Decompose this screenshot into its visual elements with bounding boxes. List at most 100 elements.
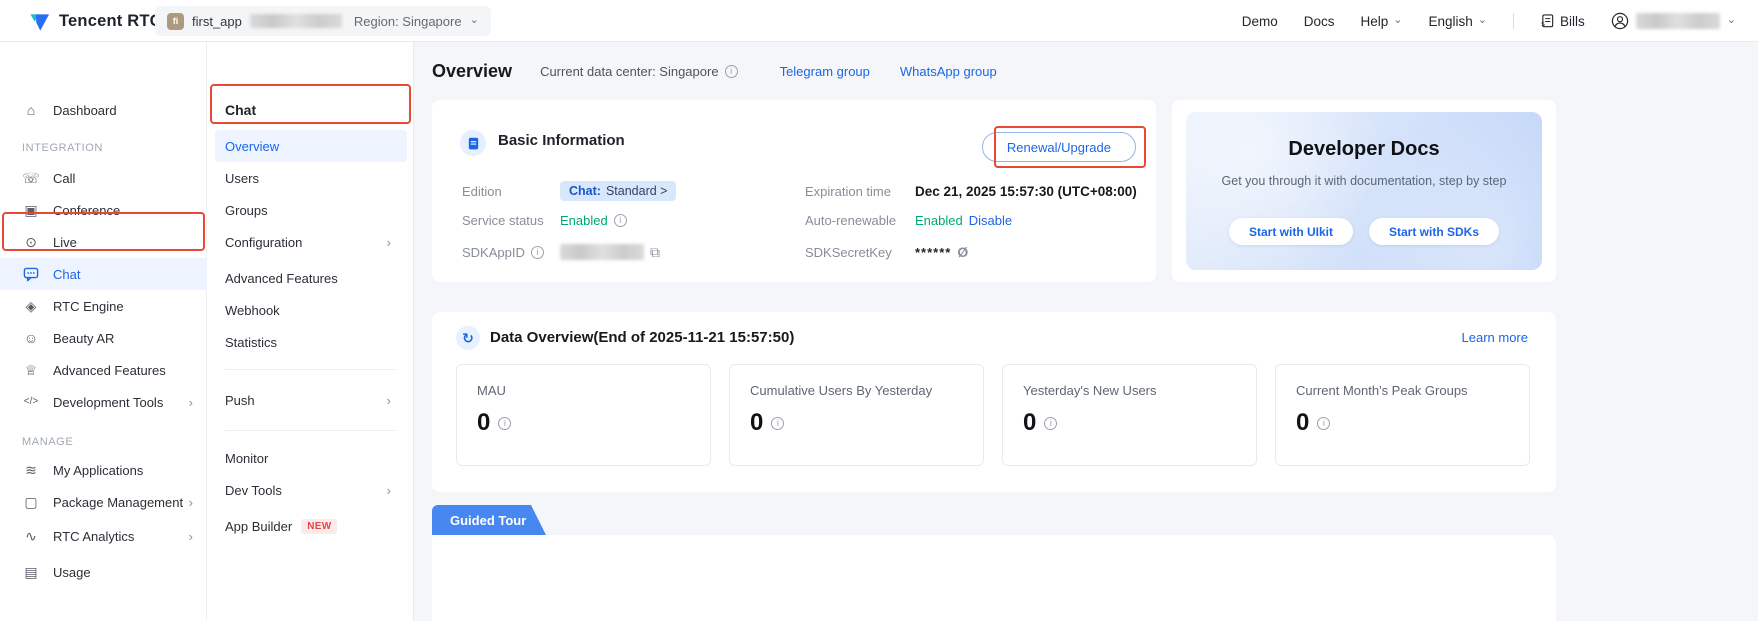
brand[interactable]: Tencent RTC xyxy=(28,0,162,42)
divider xyxy=(225,430,395,431)
submenu-item-app-builder[interactable]: App Builder NEW xyxy=(215,510,407,542)
app-name: first_app xyxy=(192,14,242,29)
submenu-item-label: Statistics xyxy=(225,335,277,350)
sidebar-item-label: RTC Engine xyxy=(53,299,124,314)
submenu-item-label: Advanced Features xyxy=(225,271,338,286)
info-icon[interactable]: i xyxy=(1317,417,1330,430)
sidebar-item-rtc-analytics[interactable]: ∿ RTC Analytics › xyxy=(0,520,207,552)
sidebar-item-label: Advanced Features xyxy=(53,363,166,378)
info-icon[interactable]: i xyxy=(498,417,511,430)
divider xyxy=(225,369,395,370)
chevron-down-icon: ⌄ xyxy=(1393,15,1402,26)
nav-docs[interactable]: Docs xyxy=(1304,14,1335,29)
sidebar-item-label: Dashboard xyxy=(53,103,117,118)
developer-docs-title: Developer Docs xyxy=(1186,138,1542,161)
section-label-manage: MANAGE xyxy=(22,436,73,448)
account-icon xyxy=(1611,12,1629,30)
stat-label: Yesterday's New Users xyxy=(1023,383,1157,398)
sidebar-item-chat[interactable]: Chat xyxy=(0,258,207,290)
basic-information-card: Basic Information Renewal/Upgrade Editio… xyxy=(432,100,1156,282)
chevron-right-icon: › xyxy=(189,496,193,509)
smiley-icon: ☺ xyxy=(22,331,40,345)
app-selector[interactable]: fi first_app Region: Singapore ⌄ xyxy=(155,6,491,36)
app-badge: fi xyxy=(167,13,184,30)
sdkappid-label: SDKAppID i xyxy=(462,245,560,260)
edition-badge[interactable]: Chat: Standard > xyxy=(560,181,676,201)
edition-prefix: Chat: xyxy=(569,184,601,198)
guided-tour-tab[interactable]: Guided Tour xyxy=(432,505,546,535)
nav-demo[interactable]: Demo xyxy=(1242,14,1278,29)
cube-icon: ◈ xyxy=(22,299,40,313)
developer-docs-card: Developer Docs Get you through it with d… xyxy=(1172,100,1556,282)
learn-more-link[interactable]: Learn more xyxy=(1462,330,1528,345)
eye-off-icon[interactable]: Ø xyxy=(957,244,968,260)
chevron-down-icon: ⌄ xyxy=(1478,15,1487,26)
sidebar-item-package-management[interactable]: ▢ Package Management › xyxy=(0,486,207,518)
submenu-item-dev-tools[interactable]: Dev Tools › xyxy=(215,474,407,506)
sidebar-item-conference[interactable]: ▣ Conference xyxy=(0,194,207,226)
telegram-group-link[interactable]: Telegram group xyxy=(780,64,870,79)
start-with-uikit-button[interactable]: Start with UIkit xyxy=(1229,218,1353,245)
auto-renewable-label: Auto-renewable xyxy=(805,213,915,228)
whatsapp-group-link[interactable]: WhatsApp group xyxy=(900,64,997,79)
submenu-item-users[interactable]: Users xyxy=(215,162,407,194)
auto-renewable-row: Auto-renewable Enabled Disable xyxy=(805,209,1012,231)
info-icon[interactable]: i xyxy=(531,246,544,259)
submenu-item-monitor[interactable]: Monitor xyxy=(215,442,407,474)
start-with-sdks-button[interactable]: Start with SDKs xyxy=(1369,218,1499,245)
sidebar-item-call[interactable]: ☏ Call xyxy=(0,162,207,194)
sidebar-item-usage[interactable]: ▤ Usage xyxy=(0,556,207,588)
sidebar-item-beauty-ar[interactable]: ☺ Beauty AR xyxy=(0,322,207,354)
nav-language[interactable]: English ⌄ xyxy=(1429,14,1488,29)
data-overview-title: Data Overview(End of 2025-11-21 15:57:50… xyxy=(490,329,794,346)
data-center-label: Current data center: Singapore i xyxy=(540,64,738,79)
submenu-title: Chat xyxy=(225,98,256,122)
card-title: Basic Information xyxy=(498,132,625,149)
sidebar-item-label: Development Tools xyxy=(53,395,163,410)
sidebar-item-my-applications[interactable]: ≋ My Applications xyxy=(0,454,207,486)
submenu-item-groups[interactable]: Groups xyxy=(215,194,407,226)
info-icon[interactable]: i xyxy=(1044,417,1057,430)
stat-value: 0 xyxy=(1023,409,1036,437)
sidebar-item-label: Package Management xyxy=(53,495,183,510)
call-icon: ☏ xyxy=(22,171,40,185)
nav-help-label: Help xyxy=(1361,14,1389,29)
submenu-item-configuration[interactable]: Configuration › xyxy=(215,226,407,258)
sdkappid-row: SDKAppID i ⧉ xyxy=(462,241,660,263)
info-icon[interactable]: i xyxy=(614,214,627,227)
submenu-item-push[interactable]: Push › xyxy=(215,384,407,416)
nav-bills[interactable]: $ Bills xyxy=(1540,13,1585,29)
submenu-item-statistics[interactable]: Statistics xyxy=(215,326,407,358)
developer-docs-subtitle: Get you through it with documentation, s… xyxy=(1186,174,1542,188)
submenu-item-advanced-features[interactable]: Advanced Features xyxy=(215,262,407,294)
developer-docs-panel: Developer Docs Get you through it with d… xyxy=(1186,112,1542,270)
submenu-item-label: Configuration xyxy=(225,235,302,250)
stat-card-peak-groups: Current Month's Peak Groups 0 i xyxy=(1275,364,1530,466)
nav-help[interactable]: Help ⌄ xyxy=(1361,14,1403,29)
stat-label: MAU xyxy=(477,383,506,398)
submenu-item-label: Groups xyxy=(225,203,268,218)
account-menu[interactable]: ⌄ xyxy=(1611,12,1736,30)
submenu-item-label: Overview xyxy=(225,139,279,154)
sidebar-item-rtc-engine[interactable]: ◈ RTC Engine xyxy=(0,290,207,322)
crown-icon: ♕ xyxy=(22,363,40,377)
brand-name: Tencent RTC xyxy=(59,12,162,31)
sidebar-item-dashboard[interactable]: ⌂ Dashboard xyxy=(0,94,207,126)
sidebar-item-development-tools[interactable]: </> Development Tools › xyxy=(0,386,207,418)
submenu-item-webhook[interactable]: Webhook xyxy=(215,294,407,326)
stat-value: 0 xyxy=(1296,409,1309,437)
info-icon[interactable]: i xyxy=(725,65,738,78)
document-icon xyxy=(460,130,486,156)
copy-icon[interactable]: ⧉ xyxy=(650,244,660,261)
renewal-upgrade-button[interactable]: Renewal/Upgrade xyxy=(982,132,1136,162)
sidebar-item-live[interactable]: ⊙ Live xyxy=(0,226,207,258)
stat-label: Cumulative Users By Yesterday xyxy=(750,383,932,398)
submenu-item-overview[interactable]: Overview xyxy=(215,130,407,162)
disable-auto-renew-link[interactable]: Disable xyxy=(969,213,1012,228)
refresh-icon[interactable]: ↻ xyxy=(456,326,480,350)
chevron-right-icon: › xyxy=(189,530,193,543)
sidebar-item-advanced-features[interactable]: ♕ Advanced Features xyxy=(0,354,207,386)
sdksecretkey-label: SDKSecretKey xyxy=(805,245,915,260)
submenu-item-label: Monitor xyxy=(225,451,268,466)
info-icon[interactable]: i xyxy=(771,417,784,430)
